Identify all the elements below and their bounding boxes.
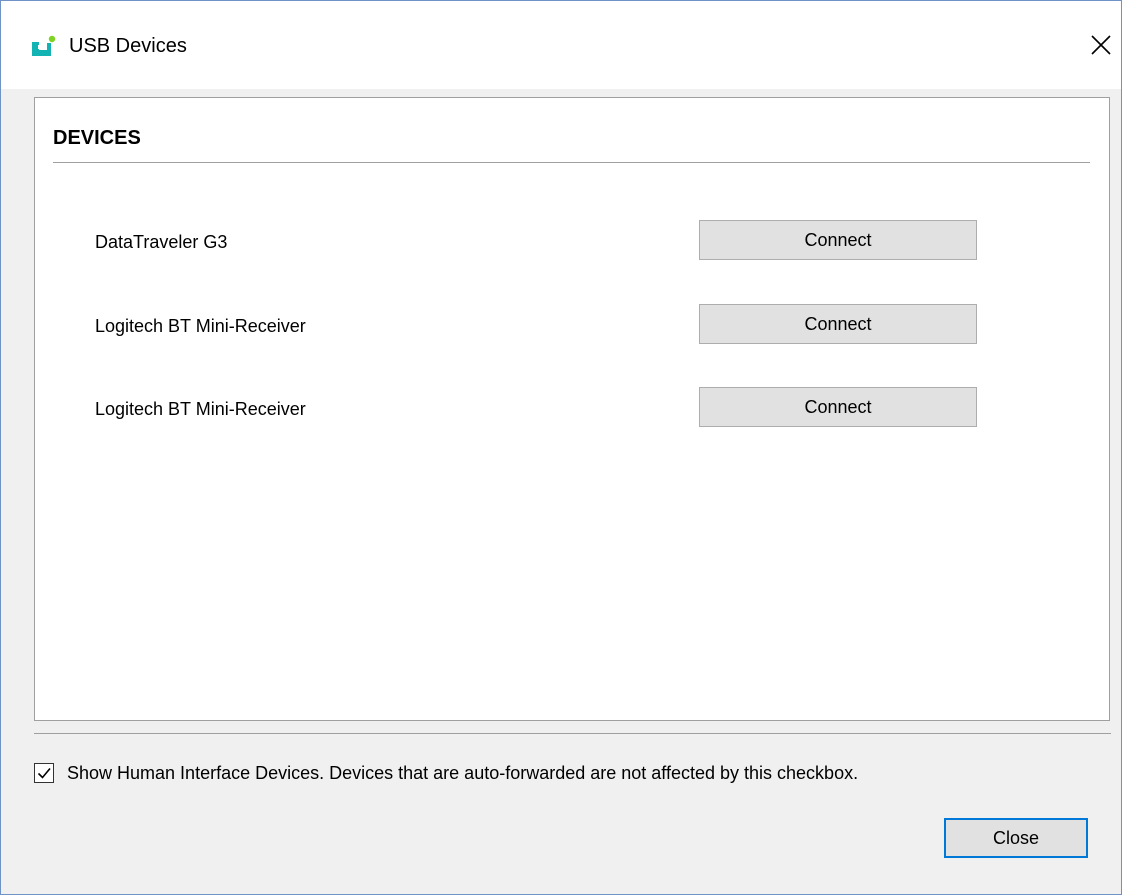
- connect-button[interactable]: Connect: [699, 304, 977, 344]
- close-icon[interactable]: [1085, 29, 1117, 61]
- devices-panel: DEVICES DataTraveler G3 Connect Logitech…: [34, 97, 1110, 721]
- device-row: Logitech BT Mini-Receiver Connect: [35, 304, 1109, 346]
- title-bar: USB Devices: [1, 1, 1121, 89]
- device-name: Logitech BT Mini-Receiver: [95, 316, 306, 336]
- device-name: DataTraveler G3: [95, 232, 228, 252]
- devices-heading: DEVICES: [53, 127, 141, 149]
- device-row: Logitech BT Mini-Receiver Connect: [35, 387, 1109, 429]
- connect-button[interactable]: Connect: [699, 220, 977, 260]
- show-hid-label: Show Human Interface Devices. Devices th…: [67, 763, 859, 783]
- usb-devices-dialog: USB Devices DEVICES DataTraveler G3 Conn…: [0, 0, 1122, 895]
- connect-button[interactable]: Connect: [699, 387, 977, 427]
- close-button[interactable]: Close: [944, 818, 1088, 858]
- show-hid-checkbox[interactable]: [34, 763, 54, 783]
- options-divider: [34, 733, 1111, 734]
- device-name: Logitech BT Mini-Receiver: [95, 399, 306, 419]
- device-row: DataTraveler G3 Connect: [35, 220, 1109, 262]
- usb-device-icon: [31, 35, 57, 59]
- window-title: USB Devices: [69, 35, 187, 57]
- devices-heading-divider: [53, 162, 1090, 163]
